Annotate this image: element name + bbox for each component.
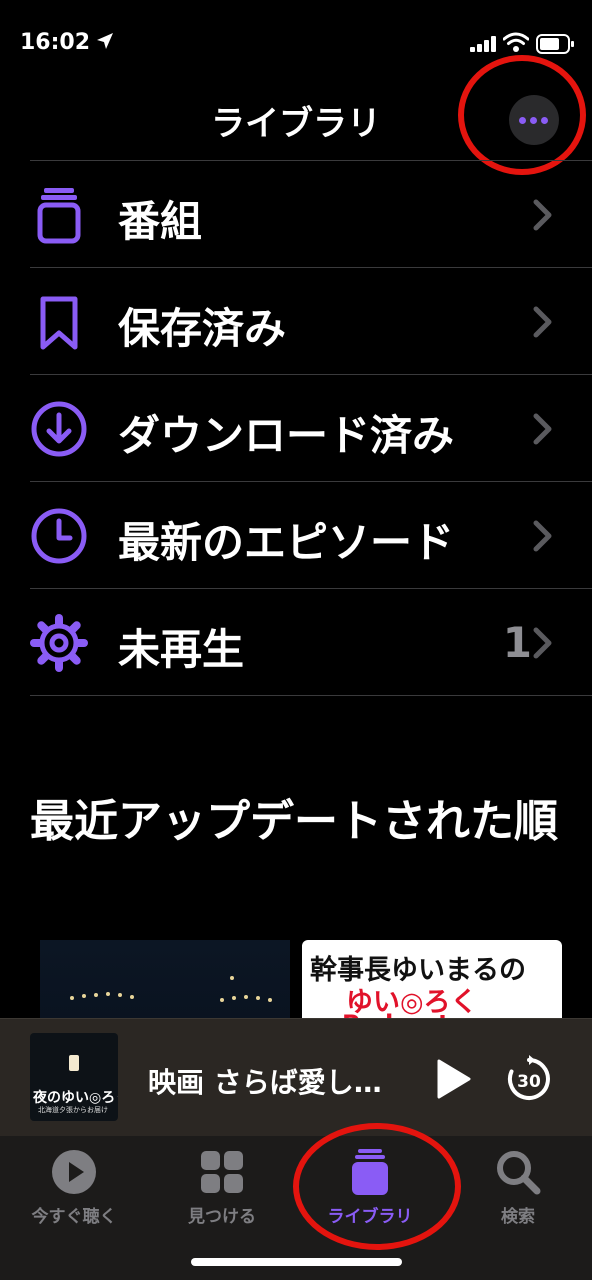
unplayed-count: 1 <box>502 618 532 667</box>
divider <box>30 374 592 375</box>
divider <box>30 588 592 589</box>
section-title: 最近アップデートされた順 <box>30 796 558 847</box>
skip-forward-30-icon[interactable]: 30 <box>505 1055 553 1103</box>
tab-search[interactable]: 検索 <box>444 1136 592 1236</box>
menu-item-label: 最新のエピソード <box>118 518 455 567</box>
menu-item-shows[interactable]: 番組 <box>0 160 592 267</box>
menu-item-saved[interactable]: 保存済み <box>0 267 592 374</box>
ellipsis-icon <box>530 117 537 124</box>
page-title: ライブラリ <box>211 104 381 144</box>
podcast-artwork-night[interactable] <box>40 940 290 1020</box>
menu-bottom-divider <box>0 695 592 696</box>
chevron-right-icon <box>533 413 552 445</box>
menu-item-label: 未再生 <box>118 625 245 674</box>
light-dot <box>70 996 74 1000</box>
download-circle-icon <box>31 401 87 457</box>
tab-label: 今すぐ聴く <box>31 1207 117 1227</box>
play-circle-icon <box>52 1150 96 1194</box>
chevron-right-icon <box>533 520 552 552</box>
clock-icon <box>31 508 87 564</box>
home-indicator[interactable] <box>191 1258 402 1266</box>
more-options-button[interactable] <box>509 95 559 145</box>
bookmark-icon <box>40 296 78 350</box>
menu-item-latest-episodes[interactable]: 最新のエピソード <box>0 481 592 588</box>
now-playing-title: 映画 さらば愛し… <box>148 1066 382 1099</box>
light-dot <box>130 995 134 999</box>
shows-stack-icon <box>37 188 81 244</box>
play-icon[interactable] <box>436 1059 472 1099</box>
wifi-icon <box>503 32 529 52</box>
light-dot <box>94 993 98 997</box>
tab-label: ライブラリ <box>327 1207 413 1227</box>
battery-icon <box>536 34 574 54</box>
chevron-right-icon <box>533 306 552 338</box>
light-dot <box>220 998 224 1002</box>
library-stack-icon <box>352 1149 388 1195</box>
artwork-subtitle: 北海道夕張からお届け <box>38 1106 108 1114</box>
artwork-title: 夜のゆい◎ろく <box>33 1090 118 1106</box>
light-dot <box>230 976 234 980</box>
light-dot <box>232 996 236 1000</box>
divider <box>30 267 592 268</box>
mini-player[interactable]: 夜のゆい◎ろく 北海道夕張からお届け 映画 さらば愛し… 30 <box>0 1018 592 1137</box>
chevron-right-icon <box>533 199 552 231</box>
light-dot <box>244 995 248 999</box>
divider <box>30 160 592 161</box>
menu-item-label: 保存済み <box>118 304 287 353</box>
location-arrow-icon <box>97 33 113 49</box>
library-menu: 番組 保存済み ダウンロード済み 最新のエピソード 未再生 1 <box>0 160 592 696</box>
podcast-artwork-yuiroku[interactable]: 幹事長ゆいまるの ゆい◎ろく Podcasts <box>302 940 562 1020</box>
recent-podcasts-row: 幹事長ゆいまるの ゆい◎ろく Podcasts <box>0 940 592 1020</box>
ellipsis-icon <box>519 117 526 124</box>
skip-seconds-label: 30 <box>517 1072 541 1092</box>
search-icon <box>497 1151 541 1195</box>
light-dot <box>82 994 86 998</box>
menu-item-label: 番組 <box>118 197 203 246</box>
divider <box>30 695 592 696</box>
menu-item-label: ダウンロード済み <box>118 411 455 460</box>
menu-item-unplayed[interactable]: 未再生 1 <box>0 588 592 695</box>
lamp-graphic <box>69 1055 79 1071</box>
tab-browse[interactable]: 見つける <box>148 1136 296 1236</box>
now-playing-artwork: 夜のゆい◎ろく 北海道夕張からお届け <box>30 1033 118 1121</box>
cellular-signal-icon <box>470 36 496 52</box>
chevron-right-icon <box>533 627 552 659</box>
tab-label: 検索 <box>501 1207 535 1227</box>
divider <box>30 481 592 482</box>
tab-library[interactable]: ライブラリ <box>296 1136 444 1236</box>
light-dot <box>106 992 110 996</box>
status-time: 16:02 <box>20 30 91 55</box>
status-bar: 16:02 <box>0 0 592 88</box>
light-dot <box>268 998 272 1002</box>
gear-icon <box>30 614 88 672</box>
tab-listen-now[interactable]: 今すぐ聴く <box>0 1136 148 1236</box>
tab-label: 見つける <box>188 1207 256 1227</box>
grid-icon <box>201 1151 243 1193</box>
light-dot <box>118 993 122 997</box>
light-dot <box>256 996 260 1000</box>
ellipsis-icon <box>541 117 548 124</box>
menu-item-downloaded[interactable]: ダウンロード済み <box>0 374 592 481</box>
